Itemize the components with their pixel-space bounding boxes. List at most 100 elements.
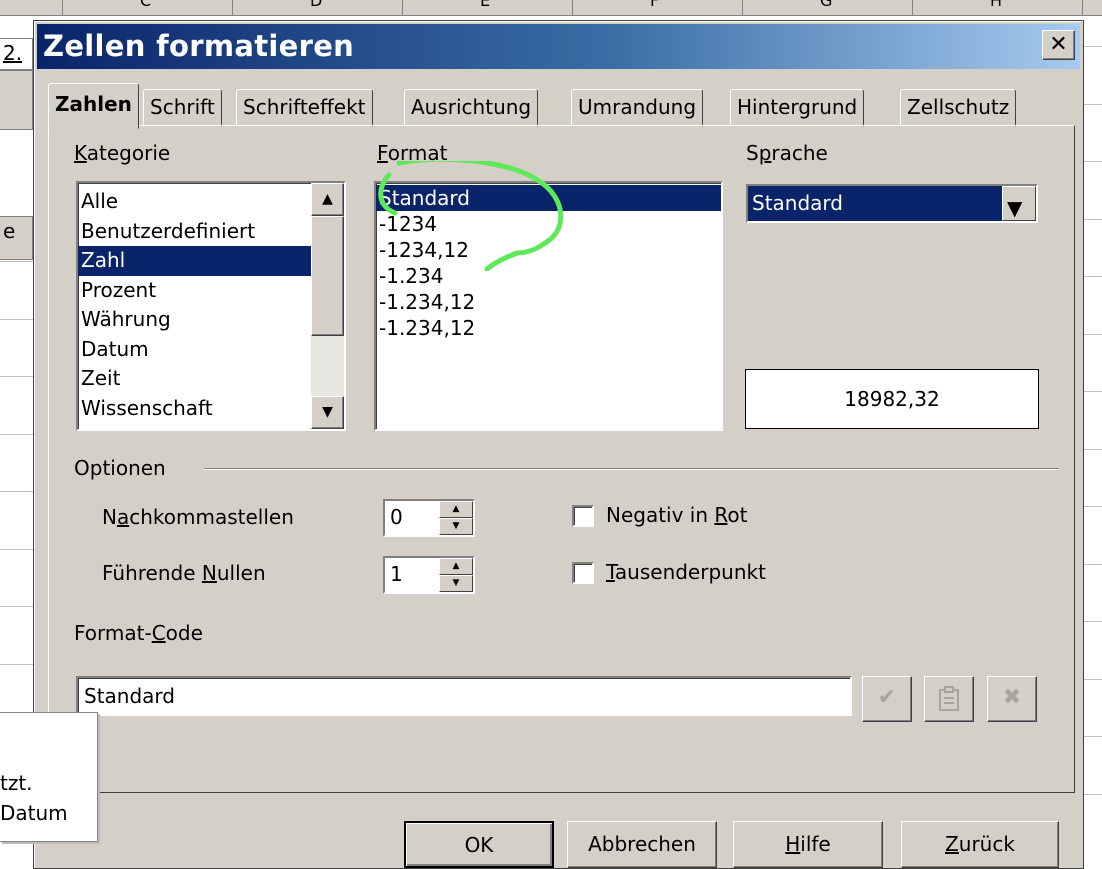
tooltip-line: tzt. — [0, 771, 33, 795]
row-line — [0, 319, 33, 320]
kategorie-listbox[interactable]: Alle Benutzerdefiniert Zahl Prozent Währ… — [76, 181, 346, 431]
row-line — [1084, 391, 1102, 392]
row-line — [0, 261, 33, 262]
dialog-title: Zellen formatieren — [43, 29, 355, 63]
delete-icon: ✖ — [1002, 685, 1022, 710]
list-item-selected[interactable]: Standard — [376, 185, 721, 211]
column-divider — [232, 0, 233, 16]
nachkommastellen-stepper[interactable]: 0 ▲ ▼ — [383, 499, 475, 537]
column-letter[interactable]: C — [140, 0, 151, 10]
stepper-up-icon[interactable]: ▲ — [439, 558, 473, 575]
list-item[interactable]: -1234 — [376, 211, 721, 237]
list-item[interactable]: -1.234,12 — [376, 315, 721, 341]
tab-schrifteffekt[interactable]: Schrifteffekt — [236, 89, 373, 127]
sprache-label: Sprache — [746, 141, 828, 165]
optionen-divider — [204, 468, 1059, 470]
row-line — [0, 549, 33, 550]
list-item[interactable]: Prozent — [78, 276, 344, 306]
stepper-down-icon[interactable]: ▼ — [439, 518, 473, 535]
tausenderpunkt-label[interactable]: Tausenderpunkt — [606, 560, 766, 584]
edit-comment-button[interactable] — [924, 676, 974, 722]
tausenderpunkt-checkbox[interactable] — [572, 562, 594, 584]
row-line — [1084, 621, 1102, 622]
column-letter[interactable]: D — [310, 0, 322, 10]
list-item-selected[interactable]: Zahl — [78, 246, 344, 276]
left-cell-tab[interactable]: 2. — [0, 38, 33, 70]
arrow-down-icon: ▼ — [322, 404, 333, 420]
kategorie-scrollbar[interactable]: ▲ ▼ — [311, 183, 344, 429]
scroll-thumb[interactable] — [311, 216, 344, 336]
list-item[interactable]: Datum — [78, 335, 344, 365]
tab-ausrichtung[interactable]: Ausrichtung — [404, 89, 539, 127]
chevron-down-icon: ▼ — [1007, 196, 1023, 220]
scroll-down-button[interactable]: ▼ — [311, 396, 344, 429]
list-item[interactable]: -1.234,12 — [376, 289, 721, 315]
row-line — [1084, 276, 1102, 277]
dropdown-button[interactable]: ▼ — [1002, 186, 1036, 221]
row-line — [1084, 104, 1102, 105]
row-line — [1084, 794, 1102, 795]
left-cell-tab[interactable]: e — [0, 216, 33, 260]
column-letter[interactable]: F — [650, 0, 659, 10]
row-line — [1084, 161, 1102, 162]
tab-zahlen[interactable]: Zahlen — [48, 83, 139, 129]
stepper-value: 0 — [390, 505, 403, 529]
row-line — [0, 664, 33, 665]
column-letter[interactable]: E — [480, 0, 490, 10]
stepper-value: 1 — [390, 562, 403, 586]
list-item[interactable]: Währung — [78, 305, 344, 335]
fuehrende-nullen-stepper[interactable]: 1 ▲ ▼ — [383, 556, 475, 594]
list-item[interactable]: -1234,12 — [376, 237, 721, 263]
row-line — [1084, 449, 1102, 450]
accept-code-button[interactable]: ✔ — [862, 676, 912, 722]
stepper-down-icon[interactable]: ▼ — [439, 575, 473, 592]
column-letter[interactable]: H — [990, 0, 1002, 10]
arrow-up-icon: ▲ — [322, 191, 333, 207]
fuehrende-nullen-label: Führende Nullen — [102, 561, 266, 585]
close-icon: ✕ — [1049, 32, 1068, 57]
row-line — [1084, 334, 1102, 335]
list-item[interactable]: Wissenschaft — [78, 394, 344, 424]
delete-code-button[interactable]: ✖ — [987, 676, 1037, 722]
column-divider — [742, 0, 743, 16]
negativ-rot-label[interactable]: Negativ in Rot — [606, 503, 747, 527]
tooltip-line: Datum — [0, 801, 68, 825]
column-letter[interactable]: G — [820, 0, 832, 10]
row-line — [1084, 564, 1102, 565]
negativ-rot-checkbox[interactable] — [572, 505, 594, 527]
list-item[interactable]: Alle — [78, 187, 344, 217]
format-listbox[interactable]: Standard -1234 -1234,12 -1.234 -1.234,12… — [374, 181, 723, 431]
tooltip-box: tzt. Datum — [0, 712, 98, 842]
column-header-bar: C D E F G H — [0, 0, 1102, 16]
list-item[interactable]: Zeit — [78, 364, 344, 394]
left-panel-tab — [0, 70, 33, 130]
row-line — [0, 434, 33, 435]
kategorie-label: Kategorie — [74, 141, 171, 165]
sprache-dropdown[interactable]: Standard ▼ — [746, 184, 1038, 223]
scroll-up-button[interactable]: ▲ — [311, 183, 344, 216]
column-divider — [402, 0, 403, 16]
list-item[interactable]: -1.234 — [376, 263, 721, 289]
format-code-input[interactable]: Standard — [76, 676, 852, 716]
sheet-right-area — [1084, 16, 1102, 869]
tab-hintergrund[interactable]: Hintergrund — [730, 89, 865, 127]
stepper-up-icon[interactable]: ▲ — [439, 501, 473, 518]
abbrechen-button[interactable]: Abbrechen — [567, 821, 717, 868]
tab-schrift[interactable]: Schrift — [143, 89, 222, 127]
zurueck-button[interactable]: Zurück — [901, 821, 1059, 868]
close-button[interactable]: ✕ — [1042, 30, 1075, 60]
clipboard-icon — [939, 686, 959, 711]
tab-umrandung[interactable]: Umrandung — [571, 89, 704, 127]
format-label: Format — [377, 141, 448, 165]
ok-button[interactable]: OK — [404, 821, 554, 868]
optionen-label: Optionen — [74, 456, 166, 480]
dialog-titlebar[interactable]: Zellen formatieren ✕ — [37, 24, 1080, 69]
hilfe-button[interactable]: Hilfe — [733, 821, 883, 868]
row-line — [1084, 506, 1102, 507]
list-item[interactable]: Benutzerdefiniert — [78, 217, 344, 247]
checkmark-icon: ✔ — [877, 685, 897, 710]
tab-zellschutz[interactable]: Zellschutz — [900, 89, 1017, 127]
stepper-arrows[interactable]: ▲ ▼ — [439, 558, 473, 592]
format-code-value: Standard — [84, 684, 175, 708]
stepper-arrows[interactable]: ▲ ▼ — [439, 501, 473, 535]
